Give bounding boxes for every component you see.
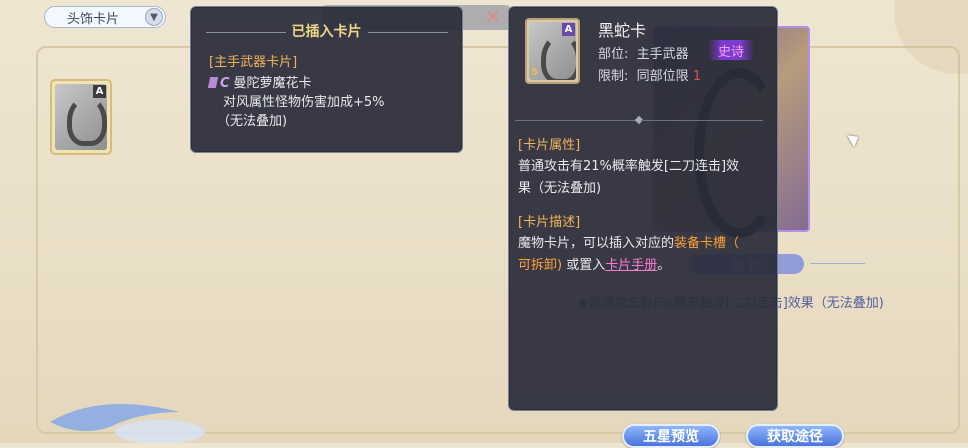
inserted-card-title: 已插入卡片 <box>191 21 462 41</box>
desc-section-title: [卡片描述] <box>518 215 581 230</box>
inserted-card-row: C 曼陀萝魔花卡 <box>207 75 312 93</box>
snake-card-icon: A 5 <box>529 22 576 80</box>
thumb-grade-badge: A <box>562 23 575 36</box>
thumb-level: 5 <box>531 67 538 78</box>
desc-text-2: 或置入 <box>566 258 606 273</box>
attr-line-2: 果（无法叠加) <box>518 181 602 196</box>
card-filter-dropdown[interactable]: 头饰卡片 ▼ <box>44 6 166 28</box>
close-icon[interactable]: ✕ <box>482 6 504 28</box>
attr-section-title: [卡片属性] <box>518 138 581 153</box>
desc-end: 。 <box>657 258 671 273</box>
slot-label: 部位: <box>598 47 629 62</box>
slot-row: 部位: 主手武器 <box>598 43 689 62</box>
chevron-down-icon[interactable]: ▼ <box>145 8 163 26</box>
limit-label: 限制: <box>598 69 629 84</box>
inserted-card-panel: 已插入卡片 [主手武器卡片] C 曼陀萝魔花卡 对风属性怪物伤害加成+5% （无法… <box>190 6 463 153</box>
removable-link[interactable]: 可拆卸) <box>518 258 562 273</box>
inserted-card-note: （无法叠加) <box>217 114 288 129</box>
attribute-divider <box>810 263 865 264</box>
inserted-card-grade: C <box>220 76 230 91</box>
snake-card-icon: A <box>55 84 107 150</box>
content-frame <box>36 46 960 434</box>
inserted-card-effect: 对风属性怪物伤害加成+5% <box>223 95 385 110</box>
card-grade-icon <box>207 77 219 88</box>
detail-divider-left <box>515 120 637 121</box>
desc-line-2: 可拆卸) 或置入卡片手册。 <box>518 257 670 275</box>
attr-line-1: 普通攻击有21%概率触发[二刀连击]效 <box>518 159 740 174</box>
limit-value: 同部位限 <box>636 69 689 84</box>
detail-card-thumbnail: A 5 <box>525 18 580 84</box>
inventory-card-slot[interactable]: A <box>50 79 112 155</box>
card-name: 黑蛇卡 <box>598 21 647 40</box>
limit-row: 限制: 同部位限 1 <box>598 65 701 84</box>
card-filter-label: 头饰卡片 <box>67 11 120 27</box>
desc-line-1: 魔物卡片，可以插入对应的装备卡槽（ <box>518 235 739 253</box>
five-star-preview-button[interactable]: 五星预览 <box>622 424 720 448</box>
game-logo-icon <box>50 404 205 443</box>
desc-text-1: 魔物卡片，可以插入对应的 <box>518 236 675 251</box>
card-grade-badge: A <box>93 85 106 98</box>
equip-slot-link[interactable]: 装备卡槽（ <box>674 236 739 251</box>
obtain-source-button[interactable]: 获取途径 <box>746 424 844 448</box>
rarity-badge: 史诗 <box>708 40 754 60</box>
detail-divider-right <box>641 120 763 121</box>
inserted-card-name: 曼陀萝魔花卡 <box>233 76 312 91</box>
corner-ornament <box>848 0 968 120</box>
limit-count: 1 <box>692 69 702 84</box>
card-manual-link[interactable]: 卡片手册 <box>605 258 657 273</box>
slot-value: 主手武器 <box>636 47 689 62</box>
inserted-section-label: [主手武器卡片] <box>209 55 298 70</box>
